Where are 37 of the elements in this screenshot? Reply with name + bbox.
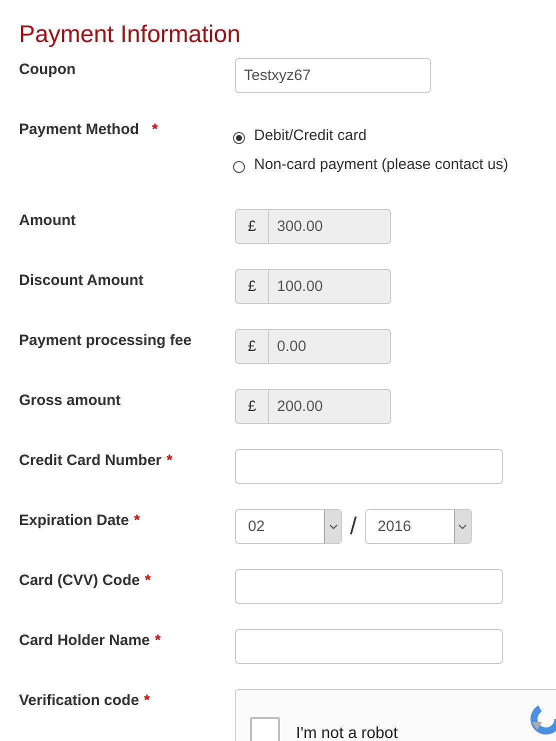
month-select[interactable]: 02 xyxy=(235,509,342,544)
text-field[interactable] xyxy=(235,449,503,484)
radio-option[interactable]: Debit/Credit card xyxy=(233,127,556,144)
field-label: Gross amount xyxy=(19,392,121,410)
amount-value: 100.00 xyxy=(276,277,324,297)
field-label: Card Holder Name xyxy=(19,632,150,650)
radio-icon[interactable] xyxy=(233,132,245,144)
required-mark: * xyxy=(134,512,140,530)
field-label: Coupon xyxy=(19,61,76,79)
text-field[interactable] xyxy=(235,569,503,604)
field-label: Payment processing fee xyxy=(19,332,192,350)
required-mark: * xyxy=(166,452,172,470)
year-select[interactable]: 2016 xyxy=(364,509,472,544)
required-mark: * xyxy=(144,692,150,710)
amount-value: 0.00 xyxy=(276,337,308,357)
amount-value: 200.00 xyxy=(276,397,324,417)
date-separator: / xyxy=(350,512,357,540)
required-mark: * xyxy=(154,632,161,650)
field-label: Credit Card Number xyxy=(19,452,162,470)
required-mark: * xyxy=(144,572,151,590)
chevron-down-icon xyxy=(328,524,338,530)
field-label: Payment Method xyxy=(19,121,140,139)
field-label: Verification code xyxy=(19,692,140,710)
radio-icon[interactable] xyxy=(233,160,245,172)
required-mark: * xyxy=(152,121,158,139)
field-label: Card (CVV) Code xyxy=(19,572,140,590)
field-label: Discount Amount xyxy=(19,272,144,290)
text-field[interactable]: Testxyz67 xyxy=(235,58,431,93)
text-field[interactable] xyxy=(235,629,503,664)
field-label: Amount xyxy=(19,212,76,230)
amount-value: 300.00 xyxy=(276,217,324,237)
captcha-label: I'm not a robot xyxy=(296,725,398,741)
radio-option[interactable]: Non-card payment (please contact us) xyxy=(233,156,556,173)
captcha-checkbox[interactable] xyxy=(250,717,280,741)
chevron-down-icon xyxy=(458,524,468,530)
page-title: Payment Information xyxy=(19,20,242,50)
field-label: Expiration Date xyxy=(19,512,130,530)
